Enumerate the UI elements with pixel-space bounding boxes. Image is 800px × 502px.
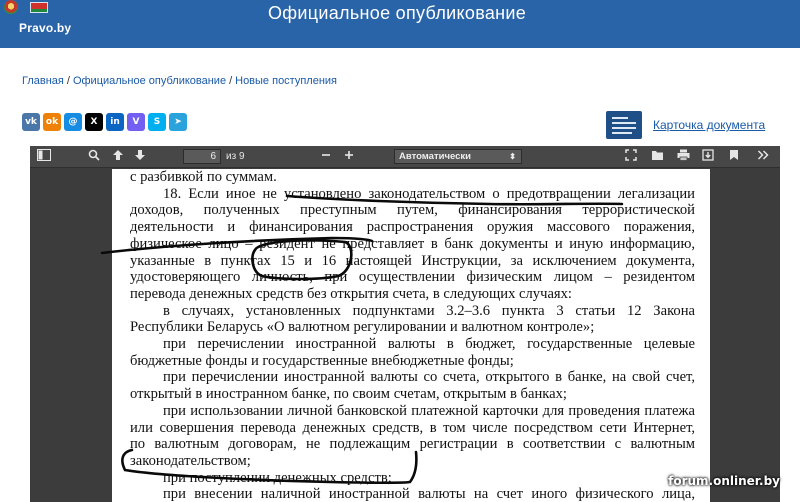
odnoklassniki-icon[interactable]: ok [43, 113, 61, 131]
page-count: из 9 [226, 151, 245, 162]
document-line: в случаях, установленных подпунктами 3.2… [163, 302, 695, 319]
document-line: деятельности и финансирования распростра… [130, 219, 695, 236]
document-line: при перечислении иностранной валюты со с… [163, 369, 695, 386]
minus-icon[interactable] [319, 149, 333, 165]
arrow-up-icon[interactable] [110, 149, 126, 165]
document-card-link[interactable]: Карточка документа [606, 111, 765, 139]
pdf-page: с разбивкой по суммам. 18. Если иное не у… [112, 169, 710, 502]
state-emblem-icon [4, 0, 18, 14]
document-line: указанные в пунктах 15 и 16 настоящей Ин… [130, 252, 695, 269]
x-icon[interactable]: X [85, 113, 103, 131]
search-icon[interactable] [86, 149, 102, 165]
document-line: физическое лицо – резидент не представля… [130, 235, 695, 252]
document-line: Республики Беларусь «О валютном регулиро… [130, 319, 595, 336]
vk-icon[interactable]: vk [22, 113, 40, 131]
document-line: законодательством; [130, 452, 251, 469]
pdf-toolbar: 6 из 9 Автоматически ⬍ [30, 146, 780, 168]
breadcrumb: Главная / Официальное опубликование / Новые … [22, 75, 337, 87]
page-number-input[interactable]: 6 [183, 149, 221, 164]
document-line: перевода денежных средств без открытия с… [130, 285, 572, 302]
logo-text: Pravo.by [19, 21, 72, 35]
document-line: при поступлении денежных средств; [163, 469, 392, 486]
breadcrumb-new-arrivals[interactable]: Новые поступления [235, 75, 337, 87]
print-icon[interactable] [675, 149, 691, 165]
watermark-text: forum.onliner.by [668, 474, 780, 488]
double-chevron-right-icon[interactable] [755, 149, 771, 165]
linkedin-icon[interactable]: in [106, 113, 124, 131]
document-line: доходов, полученных преступным путем, фи… [130, 202, 695, 219]
document-line: открытый в иностранном банке, по своим с… [130, 386, 567, 403]
zoom-value: Автоматически [399, 151, 472, 162]
bookmark-icon[interactable] [726, 149, 742, 165]
fullscreen-icon[interactable] [623, 149, 639, 165]
document-card-label[interactable]: Карточка документа [653, 118, 765, 132]
moimir-icon[interactable]: @ [64, 113, 82, 131]
breadcrumb-official-publication[interactable]: Официальное опубликование [73, 75, 226, 87]
document-text: с разбивкой по суммам. 18. Если иное не у… [130, 169, 695, 502]
telegram-icon[interactable]: ➤ [169, 113, 187, 131]
site-title: Официальное опубликование [268, 3, 527, 23]
document-line: при внесении наличной иностранной валюты… [163, 486, 695, 502]
flag-icon [30, 2, 48, 13]
chevron-updown-icon: ⬍ [509, 152, 516, 161]
breadcrumb-home[interactable]: Главная [22, 75, 64, 87]
document-line: при перечислении иностранной валюты в бю… [163, 336, 695, 353]
pdf-viewer: 6 из 9 Автоматически ⬍ с разбивкой по су… [30, 146, 780, 502]
breadcrumb-separator: / [66, 75, 70, 87]
document-line: 18. Если иное не установлено законодател… [163, 185, 695, 202]
document-line: или совершения перевода денежных средств… [130, 419, 695, 436]
skype-icon[interactable]: S [148, 113, 166, 131]
site-logo[interactable]: Pravo.by [0, 0, 90, 48]
zoom-select[interactable]: Автоматически ⬍ [394, 149, 522, 164]
document-line: бюджетные фонды и государственные внебюд… [130, 352, 514, 369]
open-file-icon[interactable] [649, 149, 665, 165]
arrow-down-icon[interactable] [132, 149, 148, 165]
document-line: удостоверяющего личность, при осуществле… [130, 269, 695, 286]
sidebar-toggle-icon[interactable] [36, 149, 52, 165]
plus-icon[interactable] [342, 149, 356, 165]
breadcrumb-separator: / [229, 75, 233, 87]
document-line: по валютным договорам, не подлежащим рег… [130, 436, 695, 453]
site-header: Pravo.by Официальное опубликование [0, 0, 800, 48]
share-buttons: vk ok @ X in V S ➤ [22, 113, 187, 131]
document-card-icon [606, 111, 642, 139]
document-line: с разбивкой по суммам. [130, 169, 277, 185]
download-icon[interactable] [700, 149, 716, 165]
document-line: при использовании личной банковской плат… [163, 402, 695, 419]
viber-icon[interactable]: V [127, 113, 145, 131]
